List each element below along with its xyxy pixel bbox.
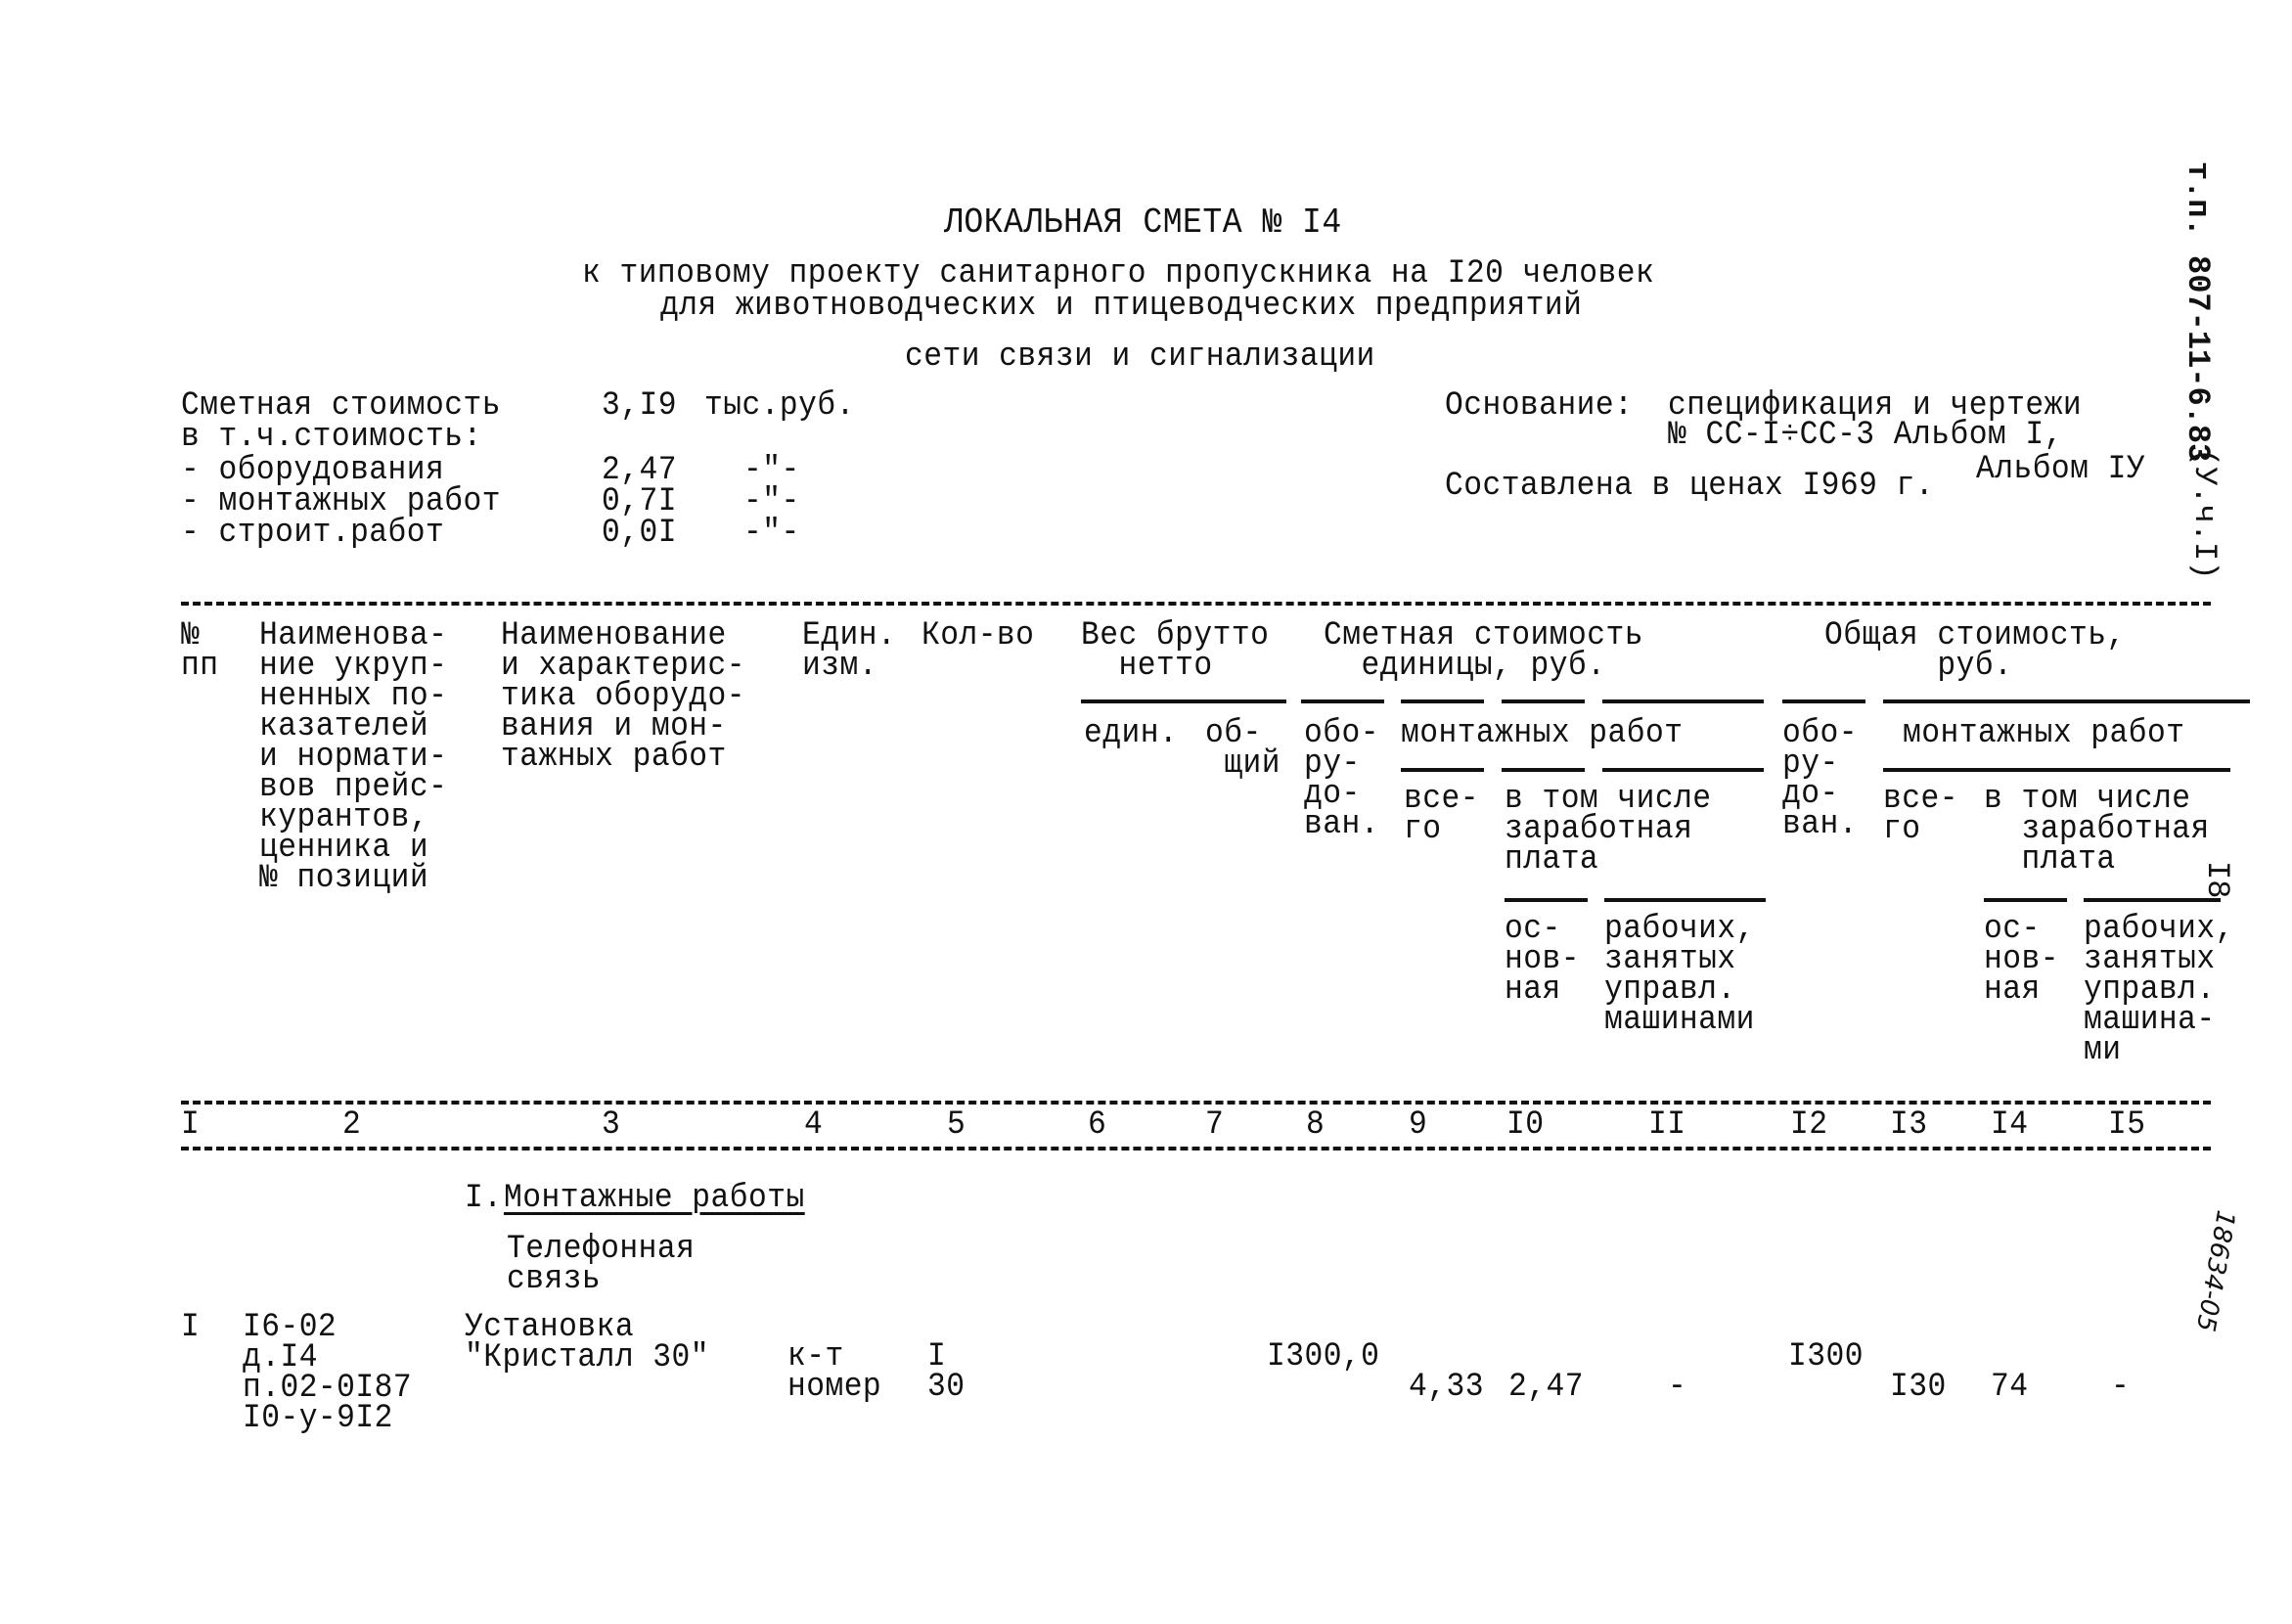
summary-value: 0,7I: [602, 483, 677, 520]
summary-label: - строит.работ: [181, 515, 445, 552]
row-unit: к-т номер: [787, 1338, 882, 1406]
header-col14: ос- нов- ная: [1984, 911, 2059, 1009]
header-total-cost: Общая стоимость, руб.: [1824, 617, 2126, 685]
header-col5: Кол-во: [921, 617, 1035, 654]
header-rule: [1984, 898, 2067, 902]
basis-line3: Альбом IУ: [1976, 451, 2146, 488]
summary-label: - оборудования: [181, 452, 445, 489]
summary-label: - монтажных работ: [181, 483, 501, 520]
header-col3: Наименование и характерис- тика оборудо-…: [501, 617, 746, 776]
header-col12: обо- ру- до- ван.: [1782, 715, 1858, 843]
header-mount: монтажных работ: [1401, 715, 1684, 752]
header-rule: [1081, 699, 1286, 703]
column-number: 5: [947, 1106, 966, 1144]
column-numbers-top-border: [181, 1101, 2211, 1105]
document-subtitle-line1: к типовому проекту санитарного пропускни…: [582, 255, 1655, 293]
column-number: I: [181, 1106, 201, 1144]
header-col6: един.: [1084, 715, 1179, 752]
header-mount-total: монтажных работ: [1903, 715, 2185, 752]
header-col10: ос- нов- ная: [1505, 911, 1580, 1009]
column-number: 8: [1306, 1106, 1326, 1144]
basis-label: Основание:: [1445, 387, 1634, 425]
header-col13: все- го: [1883, 781, 1958, 848]
volume-label: (У.ч.I): [2186, 448, 2223, 580]
column-numbers-bottom-border: [181, 1147, 2211, 1150]
header-col11: рабочих, занятых управл. машинами: [1604, 911, 1755, 1039]
header-col9: все- го: [1404, 781, 1479, 848]
summary-value: 0,0I: [602, 515, 677, 552]
column-number: I3: [1890, 1106, 1928, 1144]
subsection-name: Телефонная связь: [507, 1231, 696, 1298]
column-number: 3: [602, 1106, 621, 1144]
row-code: I6-02 д.I4 п.02-0I87 I0-у-9I2: [243, 1309, 413, 1437]
header-weight: Вес брутто нетто: [1081, 617, 1270, 685]
document-code: т.п. 807-11-6.83: [2180, 161, 2216, 463]
summary-label: Сметная стоимость: [181, 387, 501, 425]
row-col15: -: [2111, 1369, 2131, 1406]
summary-value: 2,47: [602, 452, 677, 489]
row-col10: 2,47: [1508, 1369, 1584, 1406]
column-number: II: [1648, 1106, 1686, 1144]
summary-unit: -"-: [743, 483, 800, 520]
row-col9: 4,33: [1409, 1369, 1484, 1406]
header-rule: [1883, 699, 2250, 703]
row-number: I: [181, 1309, 201, 1346]
section-title: сети связи и сигнализации: [905, 338, 1375, 376]
column-number: 6: [1088, 1106, 1107, 1144]
header-col15: рабочих, занятых управл. машина- ми: [2084, 911, 2234, 1069]
header-rule: [1883, 768, 2230, 772]
column-number: I0: [1506, 1106, 1545, 1144]
row-col8: I300,0: [1267, 1338, 1380, 1376]
header-rule: [1604, 898, 1766, 902]
row-col13: I30: [1890, 1369, 1947, 1406]
column-number: I4: [1991, 1106, 2029, 1144]
header-rule: [1301, 699, 1384, 703]
prices-note: Составлена в ценах I969 г.: [1445, 468, 1935, 505]
summary-value: 3,I9: [602, 387, 677, 425]
header-rule: [1602, 768, 1764, 772]
header-rule: [1782, 699, 1865, 703]
header-incl: в том числе заработная плата: [1505, 781, 1712, 879]
column-number: 4: [804, 1106, 824, 1144]
header-rule: [2084, 898, 2221, 902]
summary-unit: тыс.руб.: [704, 387, 855, 425]
column-number: 9: [1409, 1106, 1428, 1144]
column-number: I5: [2108, 1106, 2146, 1144]
column-number: 7: [1205, 1106, 1225, 1144]
column-number: I2: [1790, 1106, 1828, 1144]
summary-unit: -"-: [743, 515, 800, 552]
archive-number: 18634-05: [2189, 1207, 2240, 1334]
header-col7: об- щий: [1205, 715, 1281, 783]
row-qty: I 30: [927, 1338, 966, 1406]
section-name: Монтажные работы: [504, 1180, 805, 1217]
header-rule: [1505, 898, 1588, 902]
column-number: 2: [342, 1106, 362, 1144]
header-rule: [1401, 768, 1484, 772]
section-number: I.: [465, 1180, 503, 1217]
header-incl-total: в том числе заработная плата: [1984, 781, 2210, 879]
summary-label: в т.ч.стоимость:: [181, 419, 482, 456]
document-title: ЛОКАЛЬНАЯ СМЕТА № I4: [944, 203, 1342, 243]
header-rule: [1602, 699, 1764, 703]
header-rule: [1502, 768, 1585, 772]
row-col14: 74: [1991, 1369, 2029, 1406]
header-unit-cost: Сметная стоимость единицы, руб.: [1324, 617, 1643, 685]
row-col12: I300: [1788, 1338, 1864, 1376]
header-col1: № пп: [181, 617, 219, 685]
table-top-border: [181, 602, 2211, 606]
header-col4: Един. изм.: [802, 617, 897, 685]
row-name: Установка "Кристалл 30": [465, 1309, 710, 1376]
row-col11: -: [1668, 1369, 1687, 1406]
document-subtitle-line2: для животноводческих и птицеводческих пр…: [660, 288, 1583, 325]
header-rule: [1401, 699, 1484, 703]
summary-unit: -"-: [743, 452, 800, 489]
header-col8: обо- ру- до- ван.: [1304, 715, 1379, 843]
basis-line2: № СС-I÷СС-3 Альбом I,: [1668, 417, 2063, 454]
header-rule: [1502, 699, 1585, 703]
header-col2: Наименова- ние укруп- ненных по- казател…: [259, 617, 448, 897]
